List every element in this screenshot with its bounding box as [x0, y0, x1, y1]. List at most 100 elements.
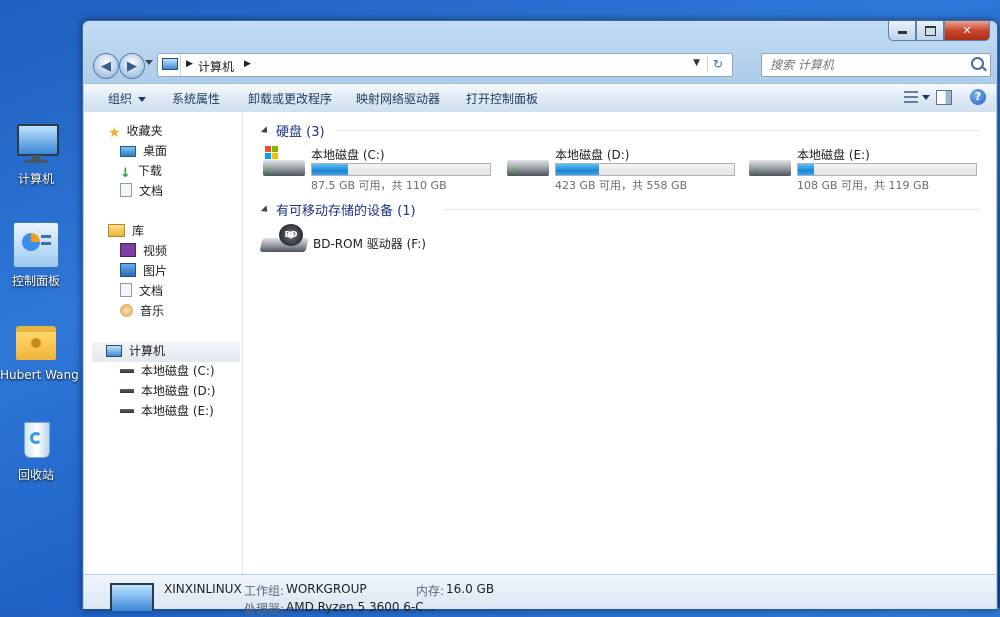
sidebar-item-pictures[interactable]: 图片 — [120, 262, 167, 282]
uninstall-program-button[interactable]: 卸载或更改程序 — [248, 90, 332, 107]
desktop-icon — [120, 146, 136, 157]
desktop-icon-label: 控制面板 — [11, 274, 60, 288]
hard-drive-icon — [120, 389, 134, 393]
desktop-icon-label: 计算机 — [17, 172, 54, 186]
caption-buttons: ✕ — [888, 21, 990, 41]
sidebar-item-documents[interactable]: 文档 — [120, 182, 163, 202]
sidebar-item-drive-d[interactable]: 本地磁盘 (D:) — [120, 382, 215, 402]
sidebar-item-lib-documents[interactable]: 文档 — [120, 282, 163, 302]
sidebar-item-drive-e[interactable]: 本地磁盘 (E:) — [120, 402, 214, 422]
capacity-bar — [311, 163, 491, 176]
user-folder-icon — [14, 320, 58, 364]
chevron-down-icon[interactable] — [922, 95, 930, 100]
back-button[interactable]: ◀ — [93, 53, 119, 79]
address-bar[interactable]: ▶ 计算机 ▶ ▼ ↻ — [157, 53, 733, 77]
refresh-button[interactable]: ↻ — [707, 57, 728, 72]
computer-name: XINXINLINUX — [164, 582, 242, 596]
details-pane: XINXINLINUX 工作组: WORKGROUP 内存: 16.0 GB 处… — [84, 574, 996, 616]
preview-pane-icon[interactable] — [936, 90, 952, 105]
desktop-icon-user-folder[interactable]: Hubert Wang — [0, 320, 79, 382]
drive-item-d[interactable]: 本地磁盘 (D:) 423 GB 可用，共 558 GB — [507, 146, 743, 192]
memory-value: 16.0 GB — [446, 582, 495, 596]
library-folder-icon — [108, 224, 125, 237]
navigation-pane: ★ 收藏夹 桌面 ↓ 下载 文档 库 视频 图片 文档 音乐 计算机 本地磁盘 (C… — [84, 112, 243, 575]
download-icon: ↓ — [120, 166, 131, 181]
close-button[interactable]: ✕ — [944, 21, 990, 41]
windows-logo-icon — [265, 146, 279, 160]
document-icon — [120, 283, 132, 297]
drive-name: BD-ROM 驱动器 (F:) — [313, 237, 426, 251]
drive-capacity-text: 108 GB 可用，共 119 GB — [797, 179, 930, 192]
hard-drive-icon — [263, 160, 305, 176]
minimize-icon — [897, 31, 907, 34]
system-properties-button[interactable]: 系统属性 — [172, 90, 220, 107]
computer-icon — [162, 58, 178, 70]
desktop-icon-recycle-bin[interactable]: 回收站 — [0, 418, 72, 483]
sidebar-libraries[interactable]: 库 — [108, 222, 144, 242]
hard-drive-icon — [507, 160, 549, 176]
desktop-icon-label: 回收站 — [17, 468, 54, 482]
video-icon — [120, 243, 136, 257]
bd-disc-icon: BD — [279, 224, 303, 246]
drive-capacity-text: 87.5 GB 可用，共 110 GB — [311, 179, 447, 192]
search-icon[interactable] — [971, 57, 984, 70]
maximize-button[interactable] — [916, 21, 944, 41]
optical-drive-item[interactable]: BD BD-ROM 驱动器 (F:) — [259, 224, 481, 264]
capacity-bar — [797, 163, 977, 176]
drive-item-c[interactable]: 本地磁盘 (C:) 87.5 GB 可用，共 110 GB — [263, 146, 499, 192]
desktop-icon-control-panel[interactable]: 控制面板 — [0, 222, 72, 289]
organize-button[interactable]: 组织 — [108, 90, 147, 107]
sidebar-item-desktop[interactable]: 桌面 — [120, 142, 167, 162]
processor-label: 处理器: — [244, 602, 285, 616]
picture-icon — [120, 263, 136, 277]
forward-button[interactable]: ▶ — [119, 53, 145, 79]
hard-drive-icon — [749, 160, 791, 176]
map-network-drive-button[interactable]: 映射网络驱动器 — [356, 90, 440, 107]
address-dropdown-icon[interactable]: ▼ — [693, 58, 700, 68]
music-icon — [120, 304, 133, 317]
memory-label: 内存: — [416, 584, 445, 598]
sidebar-favorites[interactable]: ★ 收藏夹 — [108, 122, 163, 142]
drive-name: 本地磁盘 (C:) — [311, 148, 385, 162]
workgroup-label: 工作组: — [244, 584, 285, 598]
chevron-down-icon — [138, 97, 147, 102]
drive-capacity-text: 423 GB 可用，共 558 GB — [555, 179, 688, 192]
navigation-bar: ◀ ▶ ▶ 计算机 ▶ ▼ ↻ — [91, 51, 991, 81]
explorer-window: ✕ ◀ ▶ ▶ 计算机 ▶ ▼ ↻ 组织 系统属性 卸载或更改程序 映射网络驱动… — [82, 20, 998, 616]
minimize-button[interactable] — [888, 21, 916, 41]
view-options-icon[interactable] — [904, 91, 918, 103]
open-control-panel-button[interactable]: 打开控制面板 — [466, 90, 538, 107]
control-panel-icon — [13, 222, 59, 268]
drive-item-e[interactable]: 本地磁盘 (E:) 108 GB 可用，共 119 GB — [749, 146, 985, 192]
processor-value: AMD Ryzen 5 3600 6-C... — [286, 600, 436, 614]
breadcrumb-computer[interactable]: 计算机 — [198, 58, 234, 75]
content-area: ★ 收藏夹 桌面 ↓ 下载 文档 库 视频 图片 文档 音乐 计算机 本地磁盘 (C… — [84, 112, 996, 575]
group-header-removable[interactable]: 有可移动存储的设备 (1) — [260, 200, 416, 219]
breadcrumb-arrow-icon[interactable]: ▶ — [244, 59, 251, 69]
sidebar-item-downloads[interactable]: ↓ 下载 — [120, 162, 162, 182]
file-view: 硬盘 (3) 本地磁盘 (C:) 87.5 GB 可用，共 110 GB 本地磁… — [243, 112, 996, 575]
drive-name: 本地磁盘 (E:) — [797, 148, 870, 162]
star-icon: ★ — [108, 125, 121, 141]
recent-pages-dropdown[interactable] — [145, 60, 153, 65]
workgroup-value: WORKGROUP — [286, 582, 367, 596]
collapse-arrow-icon — [260, 126, 271, 136]
back-arrow-icon: ◀ — [101, 58, 111, 74]
monitor-icon — [14, 122, 59, 166]
hard-drive-icon — [120, 409, 134, 413]
sidebar-item-drive-c[interactable]: 本地磁盘 (C:) — [120, 362, 215, 382]
document-icon — [120, 183, 132, 197]
recycle-bin-icon — [14, 418, 58, 462]
sidebar-computer[interactable]: 计算机 — [92, 342, 240, 362]
search-box[interactable] — [761, 53, 991, 77]
group-header-hard-disks[interactable]: 硬盘 (3) — [260, 121, 325, 140]
sidebar-item-videos[interactable]: 视频 — [120, 242, 167, 262]
help-icon[interactable]: ? — [970, 89, 986, 105]
desktop-icon-label: Hubert Wang — [0, 368, 79, 382]
sidebar-item-music[interactable]: 音乐 — [120, 302, 164, 322]
breadcrumb-arrow-icon[interactable]: ▶ — [186, 59, 193, 69]
capacity-bar — [555, 163, 735, 176]
desktop-icon-computer[interactable]: 计算机 — [0, 122, 72, 187]
search-input[interactable] — [768, 57, 962, 73]
collapse-arrow-icon — [260, 205, 271, 215]
